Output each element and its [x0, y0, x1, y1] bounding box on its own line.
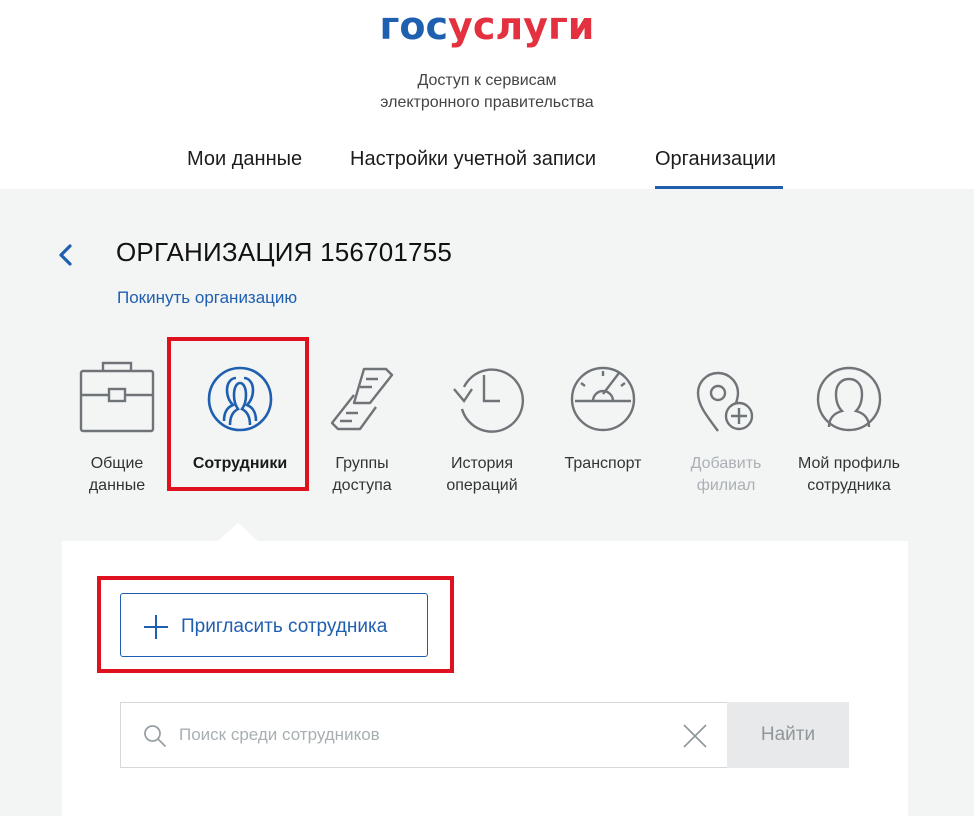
menu-label: Общие данные — [88, 455, 146, 494]
briefcase-icon — [79, 361, 155, 433]
header: госуслуги Доступ к сервисам электронного… — [0, 0, 974, 189]
logo-part-uslugi: услуги — [448, 4, 595, 48]
profile-icon — [816, 366, 882, 432]
back-button[interactable] — [56, 241, 76, 269]
menu-add-branch[interactable]: Добавить филиал — [666, 349, 786, 499]
invite-employee-button[interactable]: Пригласить сотрудника — [120, 593, 428, 657]
invite-button-label: Пригласить сотрудника — [181, 616, 388, 637]
tagline-line-1: Доступ к сервисам — [417, 72, 557, 89]
menu-general-data[interactable]: Общие данные — [57, 349, 177, 499]
search-input[interactable] — [179, 715, 669, 755]
menu-access-groups[interactable]: Группы доступа — [302, 349, 422, 499]
add-location-icon — [696, 371, 754, 432]
history-clock-icon — [453, 368, 524, 433]
tab-organizations[interactable]: Организации — [655, 148, 776, 171]
menu-label: Добавить филиал — [690, 455, 762, 494]
menu-my-employee-profile[interactable]: Мой профиль сотрудника — [789, 349, 909, 499]
account-tabs: Мои данные Настройки учетной записи Орга… — [0, 140, 974, 189]
chevron-left-icon — [59, 244, 72, 266]
leave-organization-link[interactable]: Покинуть организацию — [117, 288, 297, 308]
menu-label: Транспорт — [564, 455, 642, 472]
tab-my-data[interactable]: Мои данные — [187, 148, 302, 171]
search-icon — [144, 725, 167, 748]
logo-part-gos: гос — [379, 4, 449, 48]
menu-label: История операций — [446, 455, 518, 494]
menu-label: Мой профиль сотрудника — [797, 455, 901, 494]
close-icon[interactable] — [683, 724, 707, 748]
panel-pointer — [218, 523, 258, 541]
page-title: ОРГАНИЗАЦИЯ 156701755 — [116, 237, 453, 267]
plus-icon — [144, 615, 168, 639]
search-button[interactable]: Найти — [727, 702, 849, 768]
chain-link-icon — [330, 367, 394, 431]
tagline: Доступ к сервисам электронного правитель… — [0, 70, 974, 114]
tagline-line-2: электронного правительства — [380, 94, 594, 111]
menu-operations-history[interactable]: История операций — [422, 349, 542, 499]
menu-transport[interactable]: Транспорт — [543, 349, 663, 499]
speedometer-icon — [570, 366, 636, 432]
highlight-employees — [167, 337, 309, 491]
menu-label: Группы доступа — [332, 455, 392, 494]
search-field[interactable] — [120, 702, 728, 768]
gosuslugi-logo[interactable]: госуслуги — [0, 4, 974, 48]
tab-account-settings[interactable]: Настройки учетной записи — [350, 148, 596, 171]
